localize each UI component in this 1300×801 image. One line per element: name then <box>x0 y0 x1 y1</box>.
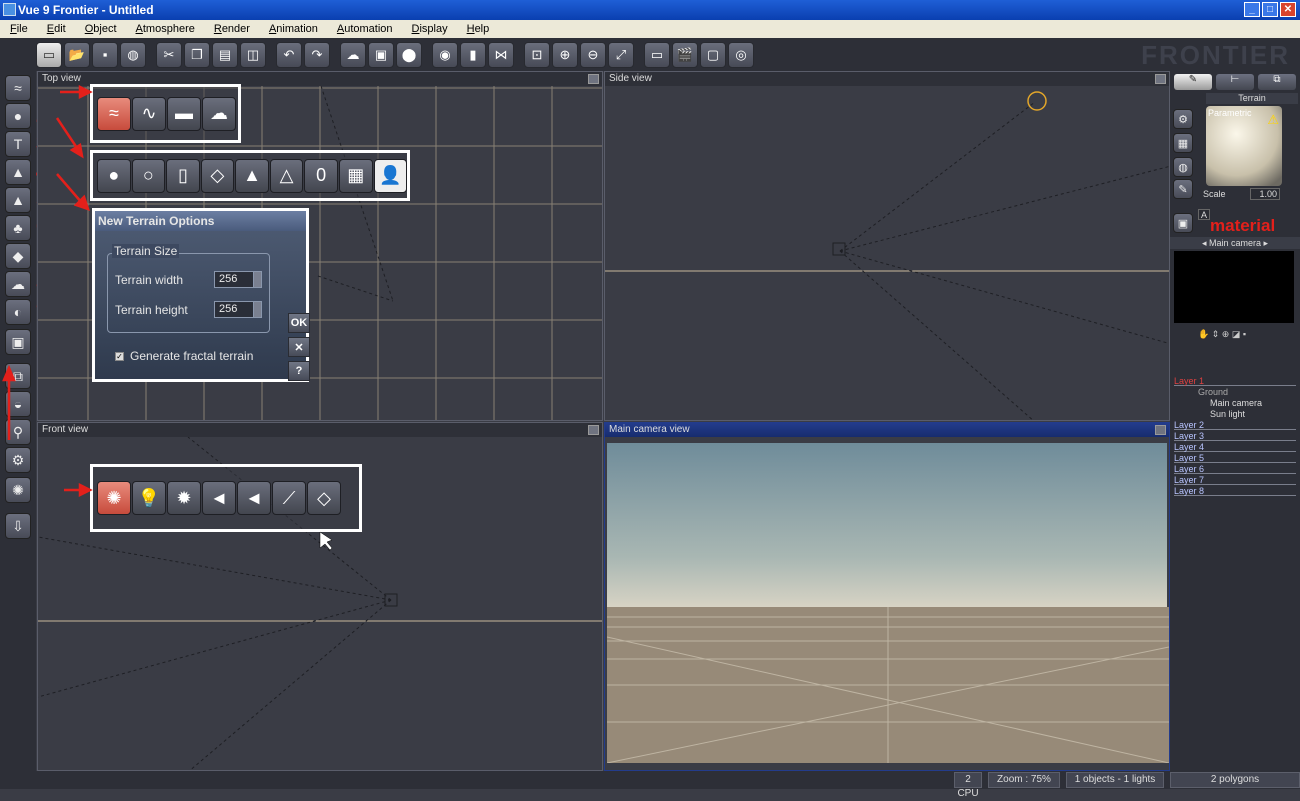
layer-item[interactable]: Layer 8 <box>1174 486 1296 496</box>
dolly-icon[interactable]: ⇕ <box>1212 329 1222 339</box>
zoom-status: Zoom : 75% <box>988 772 1060 788</box>
scale-label: Scale <box>1203 189 1226 199</box>
layer-child[interactable]: Main camera <box>1210 398 1296 408</box>
navigation-pad-icon[interactable]: ⊕ <box>1222 329 1232 339</box>
layer-child[interactable]: Sun light <box>1210 409 1296 419</box>
brush-tab-icon[interactable]: ✎ <box>1174 74 1212 90</box>
layer-item[interactable]: Layer 6 <box>1174 464 1296 474</box>
layer-selector[interactable]: A <box>1198 209 1210 220</box>
prev-arrow-icon[interactable]: ◂ <box>1202 238 1207 248</box>
camera-settings-icon[interactable]: ▪ <box>1243 329 1246 339</box>
material-annotation: material <box>1210 216 1276 235</box>
material-name: Parametric <box>1208 108 1252 118</box>
pan-hand-icon[interactable]: ✋ <box>1198 329 1212 339</box>
material-preview-sphere[interactable]: Parametric ⚠ <box>1206 106 1282 186</box>
layer-item[interactable]: Layer 5 <box>1174 453 1296 463</box>
status-bar: 2 CPU Zoom : 75% 1 objects - 1 lights 2 … <box>0 771 1300 799</box>
layer-item[interactable]: Layer 4 <box>1174 442 1296 452</box>
material-checker-icon[interactable]: ▦ <box>1173 133 1193 153</box>
warning-icon: ⚠ <box>1267 112 1279 127</box>
hierarchy-tab-icon[interactable]: ⧉ <box>1258 74 1296 90</box>
cpu-status: 2 CPU <box>954 772 982 799</box>
ruler-tab-icon[interactable]: ⊢ <box>1216 74 1254 90</box>
camera-selector[interactable]: ◂ Main camera ▸ <box>1170 237 1300 249</box>
layer-item[interactable]: Layer 1 <box>1174 376 1296 386</box>
material-preview-icon[interactable]: ◍ <box>1173 157 1193 177</box>
layer-item[interactable]: Layer 7 <box>1174 475 1296 485</box>
camera-controls: ✋ ⇕ ⊕ ◪ ▪ <box>1198 329 1246 340</box>
annotation-arrows <box>2 84 333 551</box>
camera-mode-icon[interactable]: ◪ <box>1232 329 1243 339</box>
polygons-status: 2 polygons <box>1170 772 1300 788</box>
panel-section-title: Terrain <box>1206 93 1298 104</box>
layer-item[interactable]: Layer 2 <box>1174 420 1296 430</box>
next-arrow-icon[interactable]: ▸ <box>1264 238 1269 248</box>
scale-field[interactable]: 1.00 <box>1250 188 1280 200</box>
objects-status: 1 objects - 1 lights <box>1066 772 1164 788</box>
material-edit-icon[interactable]: ✎ <box>1173 179 1193 199</box>
layer-child[interactable]: Ground <box>1198 387 1296 397</box>
material-library-icon[interactable]: ▣ <box>1173 213 1193 233</box>
camera-selector-label: Main camera <box>1208 238 1262 248</box>
camera-preview <box>1174 251 1294 323</box>
object-properties-icon[interactable]: ⚙ <box>1173 109 1193 129</box>
layer-item[interactable]: Layer 3 <box>1174 431 1296 441</box>
